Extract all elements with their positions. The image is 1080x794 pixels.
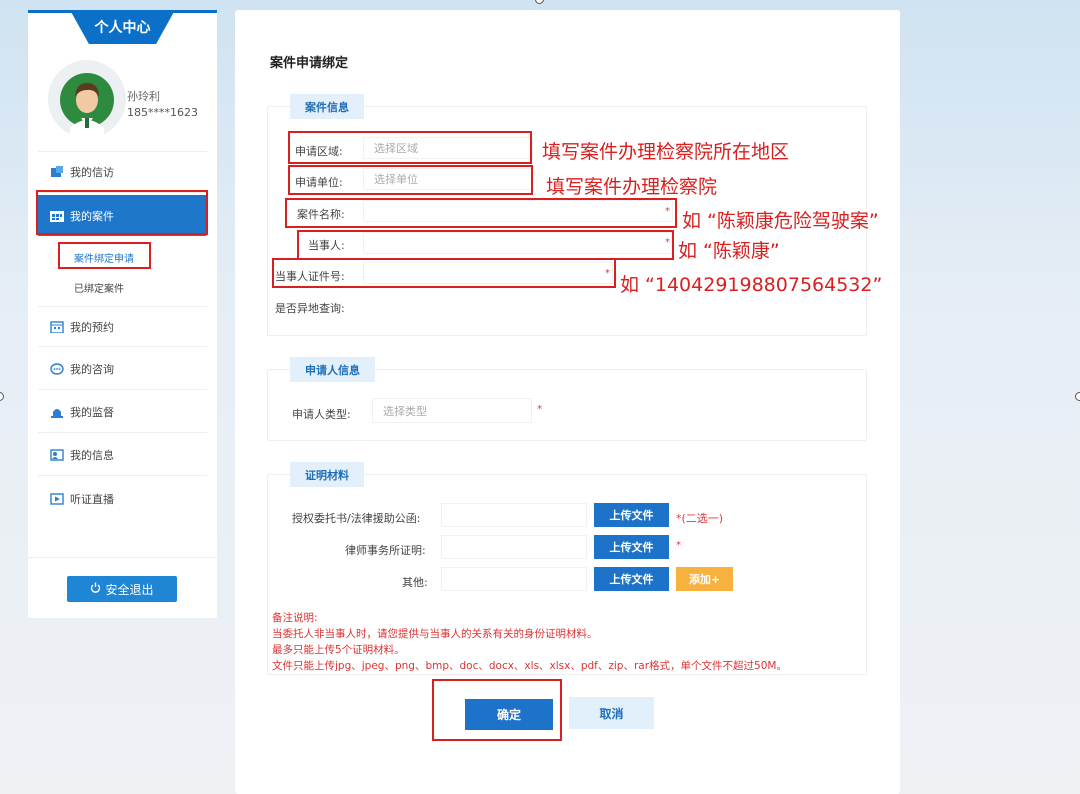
section-tab-applicant: 申请人信息 bbox=[290, 357, 375, 382]
avatar-icon bbox=[48, 60, 126, 138]
logout-label: 安全退出 bbox=[105, 582, 154, 597]
main-panel: 案件申请绑定 案件信息 申请区域: 选择区域 申请单位: 选择单位 案件名称: … bbox=[235, 10, 900, 794]
sidebar-item-supervision[interactable]: 我的监督 bbox=[38, 392, 207, 433]
section-tab-proof: 证明材料 bbox=[290, 462, 364, 487]
sidebar-divider bbox=[28, 557, 217, 558]
submenu-bound-cases[interactable]: 已绑定案件 bbox=[74, 280, 124, 295]
applicant-section: 申请人信息 bbox=[267, 357, 867, 441]
calendar-icon bbox=[50, 320, 64, 333]
proof-file-field[interactable] bbox=[441, 535, 587, 559]
remote-query-label: 是否异地查询: bbox=[275, 302, 345, 315]
sidebar-item-label: 我的信息 bbox=[70, 449, 114, 462]
section-tab-case-info: 案件信息 bbox=[290, 94, 364, 119]
user-name: 孙玲利 bbox=[127, 90, 160, 103]
upload-button[interactable]: 上传文件 bbox=[594, 567, 669, 591]
page-title: 案件申请绑定 bbox=[270, 56, 349, 71]
annotation-unit: 填写案件办理检察院 bbox=[546, 176, 718, 198]
sidebar-title: 个人中心 bbox=[70, 10, 175, 44]
resize-handle-right[interactable] bbox=[1075, 392, 1080, 401]
required-mark: * bbox=[676, 540, 681, 551]
note-line: 当委托人非当事人时，请您提供与当事人的关系有关的身份证明材料。 bbox=[272, 628, 598, 640]
note-line: 最多只能上传5个证明材料。 bbox=[272, 644, 405, 656]
highlight-case-name bbox=[285, 198, 677, 228]
upload-button[interactable]: 上传文件 bbox=[594, 503, 669, 527]
proof-file-field[interactable] bbox=[441, 503, 587, 527]
play-icon bbox=[50, 492, 64, 505]
sidebar-item-label: 我的咨询 bbox=[70, 363, 114, 376]
logout-button[interactable]: 安全退出 bbox=[67, 576, 177, 602]
annotation-party: 如 “陈颖康” bbox=[678, 240, 780, 262]
profile-icon bbox=[50, 449, 64, 461]
sidebar-item-appointments[interactable]: 我的预约 bbox=[38, 306, 207, 347]
proof-row-label: 律师事务所证明: bbox=[345, 544, 426, 557]
highlight-region bbox=[288, 131, 532, 164]
highlight-case-binding bbox=[58, 242, 151, 269]
alarm-icon bbox=[50, 406, 64, 418]
highlight-confirm bbox=[432, 679, 562, 741]
sidebar-item-label: 我的监督 bbox=[70, 406, 114, 419]
sidebar-item-label: 听证直播 bbox=[70, 492, 114, 506]
required-mark: * bbox=[537, 404, 542, 415]
sidebar-item-letters[interactable]: 我的信访 bbox=[38, 152, 207, 193]
applicant-type-label: 申请人类型: bbox=[292, 408, 351, 421]
sidebar-item-label: 我的预约 bbox=[70, 320, 114, 334]
cancel-button[interactable]: 取消 bbox=[569, 697, 654, 729]
proof-row-label: 授权委托书/法律援助公函: bbox=[292, 512, 421, 525]
note-heading: 备注说明: bbox=[272, 612, 318, 624]
envelope-icon bbox=[50, 166, 64, 178]
sidebar: 个人中心 孙玲利 185****1623 我的信访 我的案件 案件绑定申请 已绑… bbox=[28, 10, 217, 618]
upload-button[interactable]: 上传文件 bbox=[594, 535, 669, 559]
either-one-note: *(二选一) bbox=[676, 512, 724, 525]
sidebar-item-consultations[interactable]: 我的咨询 bbox=[38, 349, 207, 390]
sidebar-item-my-info[interactable]: 我的信息 bbox=[38, 435, 207, 476]
annotation-case-name: 如 “陈颖康危险驾驶案” bbox=[682, 210, 879, 232]
user-phone: 185****1623 bbox=[127, 106, 198, 119]
avatar bbox=[48, 60, 126, 138]
proof-file-field[interactable] bbox=[441, 567, 587, 591]
sidebar-item-label: 我的信访 bbox=[70, 166, 114, 179]
highlight-unit bbox=[288, 165, 533, 195]
highlight-my-cases bbox=[36, 190, 208, 235]
power-icon bbox=[90, 582, 101, 596]
note-line: 文件只能上传jpg、jpeg、png、bmp、doc、docx、xls、xlsx… bbox=[272, 660, 787, 672]
highlight-party-id bbox=[272, 258, 616, 288]
chat-icon bbox=[50, 363, 64, 375]
annotation-party-id: 如 “140429198807564532” bbox=[620, 274, 883, 296]
annotation-region: 填写案件办理检察院所在地区 bbox=[542, 141, 790, 163]
applicant-type-select[interactable]: 选择类型 bbox=[372, 398, 532, 423]
sidebar-item-hearing-live[interactable]: 听证直播 bbox=[38, 478, 207, 519]
add-file-button[interactable]: 添加+ bbox=[676, 567, 733, 591]
highlight-party bbox=[297, 230, 674, 260]
proof-row-label: 其他: bbox=[402, 576, 428, 589]
resize-handle-left[interactable] bbox=[0, 392, 4, 401]
resize-handle-top[interactable] bbox=[535, 0, 544, 4]
